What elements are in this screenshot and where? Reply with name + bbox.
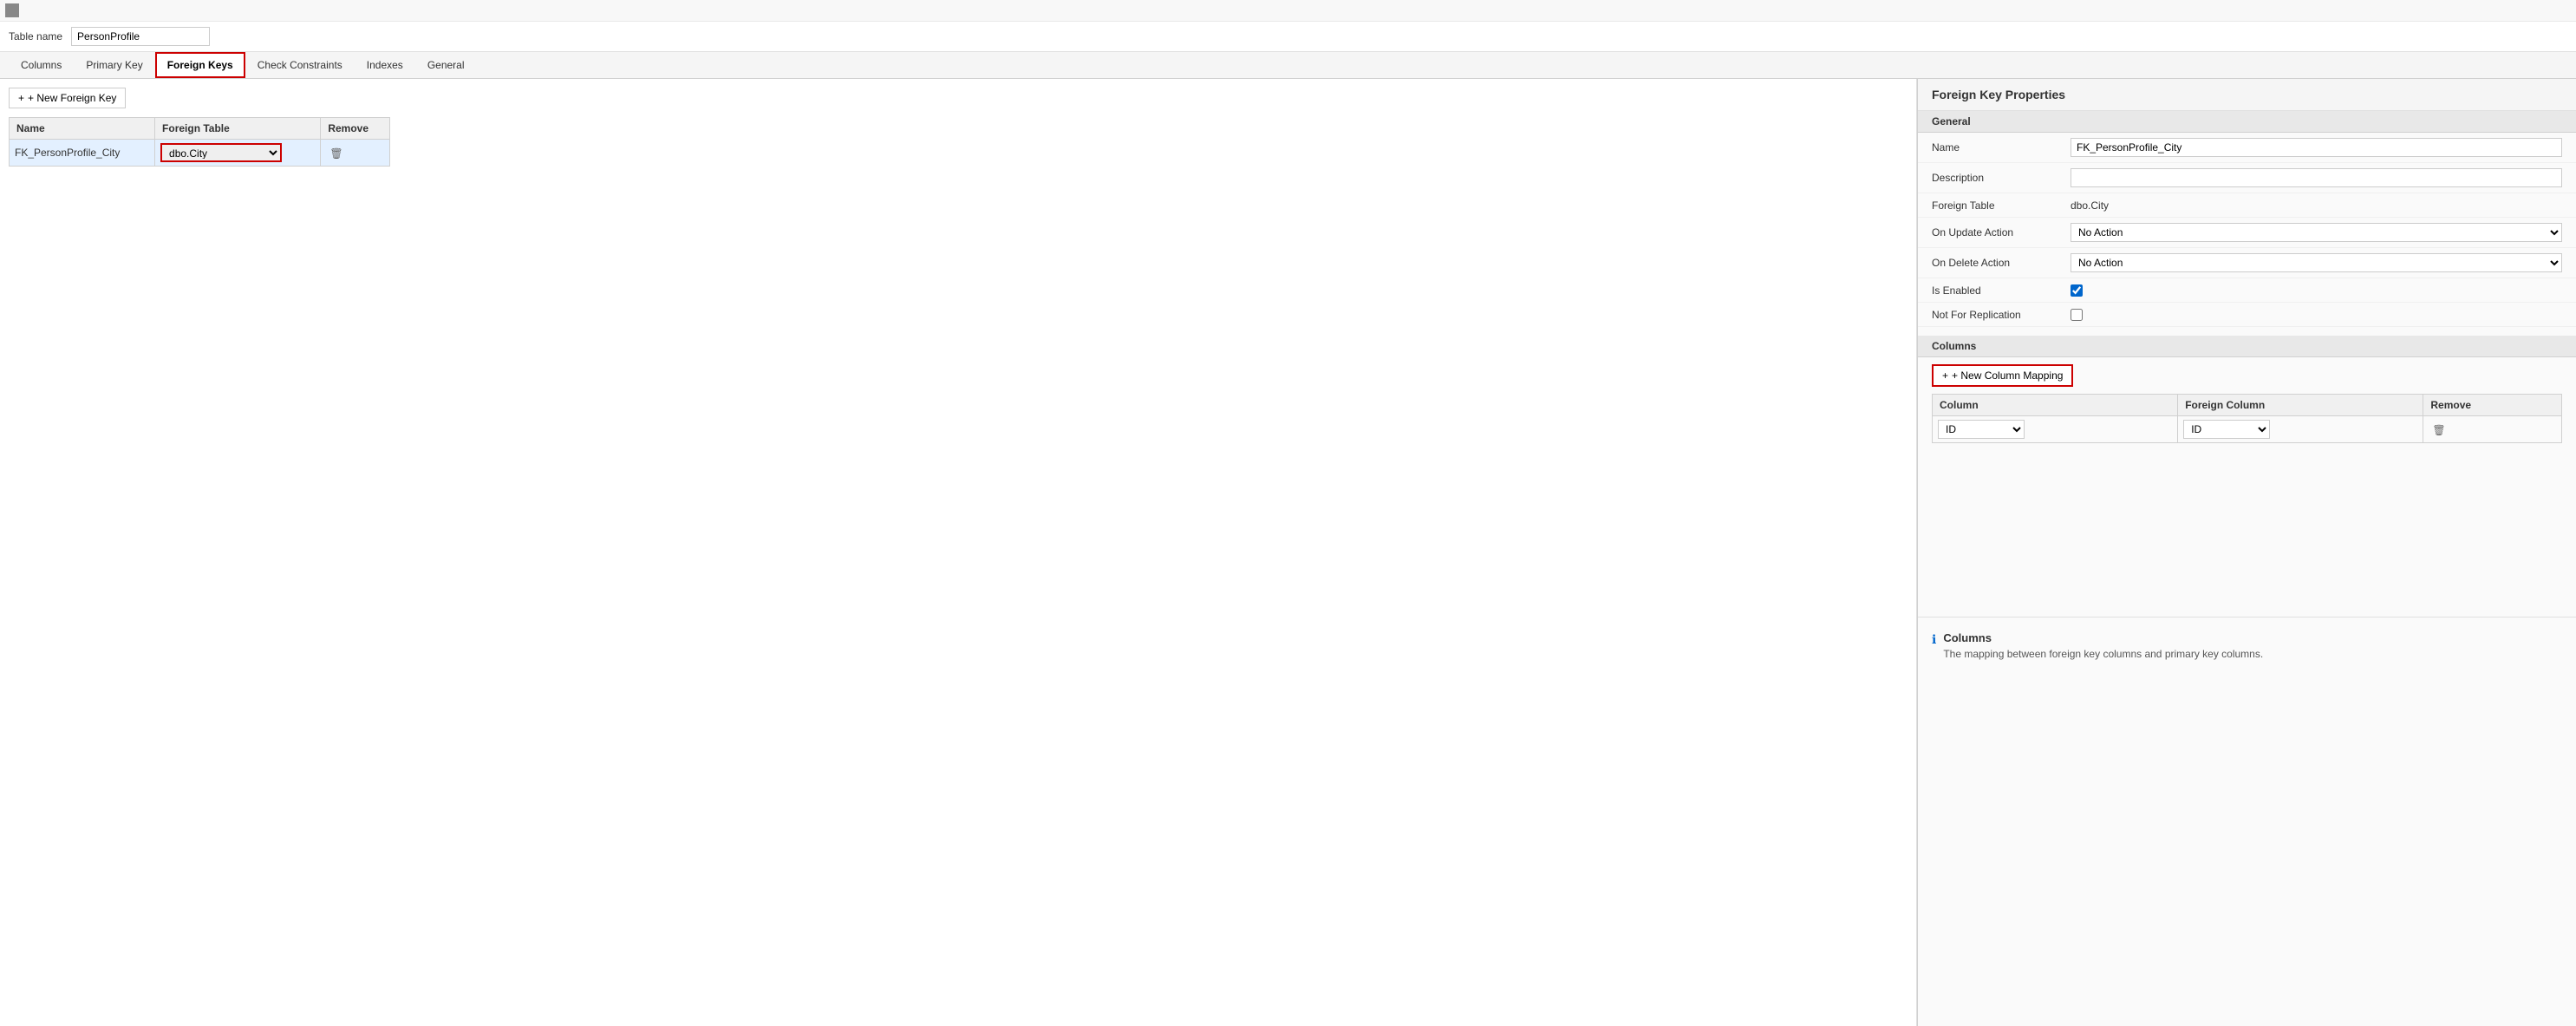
prop-row-on-update: On Update Action No Action Cascade Set N… <box>1918 218 2576 248</box>
fk-remove-cell: 🗑 <box>321 140 390 167</box>
prop-label-not-for-replication: Not For Replication <box>1932 309 2071 321</box>
bottom-info: ℹ Columns The mapping between foreign ke… <box>1918 617 2576 681</box>
col-header-remove: Remove <box>321 118 390 140</box>
table-name-label: Table name <box>9 30 62 42</box>
section-columns-header: Columns <box>1918 336 2576 357</box>
topbar: Table name <box>0 22 2576 52</box>
trash-icon: 🗑 <box>329 147 342 160</box>
app-icon <box>5 3 19 17</box>
prop-label-is-enabled: Is Enabled <box>1932 284 2071 297</box>
tabs-bar: Columns Primary Key Foreign Keys Check C… <box>0 52 2576 79</box>
prop-select-on-delete[interactable]: No Action Cascade Set Null Set Default <box>2071 253 2562 272</box>
prop-label-foreign-table: Foreign Table <box>1932 199 2071 212</box>
foreign-keys-table: Name Foreign Table Remove FK_PersonProfi… <box>9 117 390 167</box>
plus-icon-col: + <box>1942 369 1948 382</box>
info-description: The mapping between foreign key columns … <box>1943 648 2263 660</box>
trash-icon-col: 🗑 <box>2432 424 2445 436</box>
prop-label-name: Name <box>1932 141 2071 154</box>
section-general-header: General <box>1918 111 2576 133</box>
info-row: ℹ Columns The mapping between foreign ke… <box>1932 631 2562 660</box>
prop-label-on-delete: On Delete Action <box>1932 257 2071 269</box>
prop-row-on-delete: On Delete Action No Action Cascade Set N… <box>1918 248 2576 278</box>
table-row: ID ID CityID Name 🗑 <box>1933 416 2562 443</box>
col-map-header-remove: Remove <box>2423 395 2562 416</box>
fk-foreign-table-cell: dbo.City dbo.Country dbo.State <box>155 140 321 167</box>
columns-section: + + New Column Mapping Column Foreign Co… <box>1918 357 2576 443</box>
new-col-mapping-label: + New Column Mapping <box>1952 369 2063 382</box>
tab-columns[interactable]: Columns <box>9 52 74 78</box>
info-content: Columns The mapping between foreign key … <box>1943 631 2263 660</box>
fk-delete-button[interactable]: 🗑 <box>326 144 346 161</box>
right-panel: Foreign Key Properties General Name Desc… <box>1917 79 2576 1026</box>
col-map-header-column: Column <box>1933 395 2178 416</box>
col-map-foreign-column-select[interactable]: ID CityID Name <box>2183 420 2270 439</box>
prop-label-on-update: On Update Action <box>1932 226 2071 239</box>
new-foreign-key-button[interactable]: + + New Foreign Key <box>9 88 126 108</box>
prop-checkbox-not-for-replication[interactable] <box>2071 309 2083 321</box>
table-name-input[interactable] <box>71 27 210 46</box>
new-fk-label: + New Foreign Key <box>28 92 116 104</box>
left-panel: + + New Foreign Key Name Foreign Table R… <box>0 79 1917 1026</box>
plus-icon: + <box>18 92 24 104</box>
prop-row-is-enabled: Is Enabled <box>1918 278 2576 303</box>
prop-label-description: Description <box>1932 172 2071 184</box>
column-mapping-table: Column Foreign Column Remove ID <box>1932 394 2562 443</box>
prop-select-on-update[interactable]: No Action Cascade Set Null Set Default <box>2071 223 2562 242</box>
tab-indexes[interactable]: Indexes <box>355 52 415 78</box>
col-header-foreign-table: Foreign Table <box>155 118 321 140</box>
col-map-column-select[interactable]: ID <box>1938 420 2025 439</box>
col-map-foreign-column-cell: ID CityID Name <box>2178 416 2423 443</box>
new-column-mapping-button[interactable]: + + New Column Mapping <box>1932 364 2073 387</box>
tab-primary-key[interactable]: Primary Key <box>74 52 154 78</box>
col-map-header-foreign-column: Foreign Column <box>2178 395 2423 416</box>
foreign-table-select[interactable]: dbo.City dbo.Country dbo.State <box>160 143 282 162</box>
prop-row-name: Name <box>1918 133 2576 163</box>
col-map-column-cell: ID <box>1933 416 2178 443</box>
col-map-remove-cell: 🗑 <box>2423 416 2562 443</box>
info-icon: ℹ <box>1932 632 1936 647</box>
prop-input-name[interactable] <box>2071 138 2562 157</box>
prop-row-foreign-table: Foreign Table dbo.City <box>1918 193 2576 218</box>
tab-foreign-keys[interactable]: Foreign Keys <box>155 52 245 78</box>
prop-input-description[interactable] <box>2071 168 2562 187</box>
col-header-name: Name <box>10 118 155 140</box>
table-row[interactable]: FK_PersonProfile_City dbo.City dbo.Count… <box>10 140 390 167</box>
info-title: Columns <box>1943 631 2263 644</box>
tab-general[interactable]: General <box>415 52 477 78</box>
fk-name-cell: FK_PersonProfile_City <box>10 140 155 167</box>
main-area: + + New Foreign Key Name Foreign Table R… <box>0 79 2576 1026</box>
prop-checkbox-is-enabled[interactable] <box>2071 284 2083 297</box>
prop-row-not-for-replication: Not For Replication <box>1918 303 2576 327</box>
right-panel-title: Foreign Key Properties <box>1918 79 2576 111</box>
col-map-delete-button[interactable]: 🗑 <box>2429 421 2449 438</box>
prop-value-foreign-table: dbo.City <box>2071 199 2562 212</box>
tab-check-constraints[interactable]: Check Constraints <box>245 52 355 78</box>
prop-row-description: Description <box>1918 163 2576 193</box>
